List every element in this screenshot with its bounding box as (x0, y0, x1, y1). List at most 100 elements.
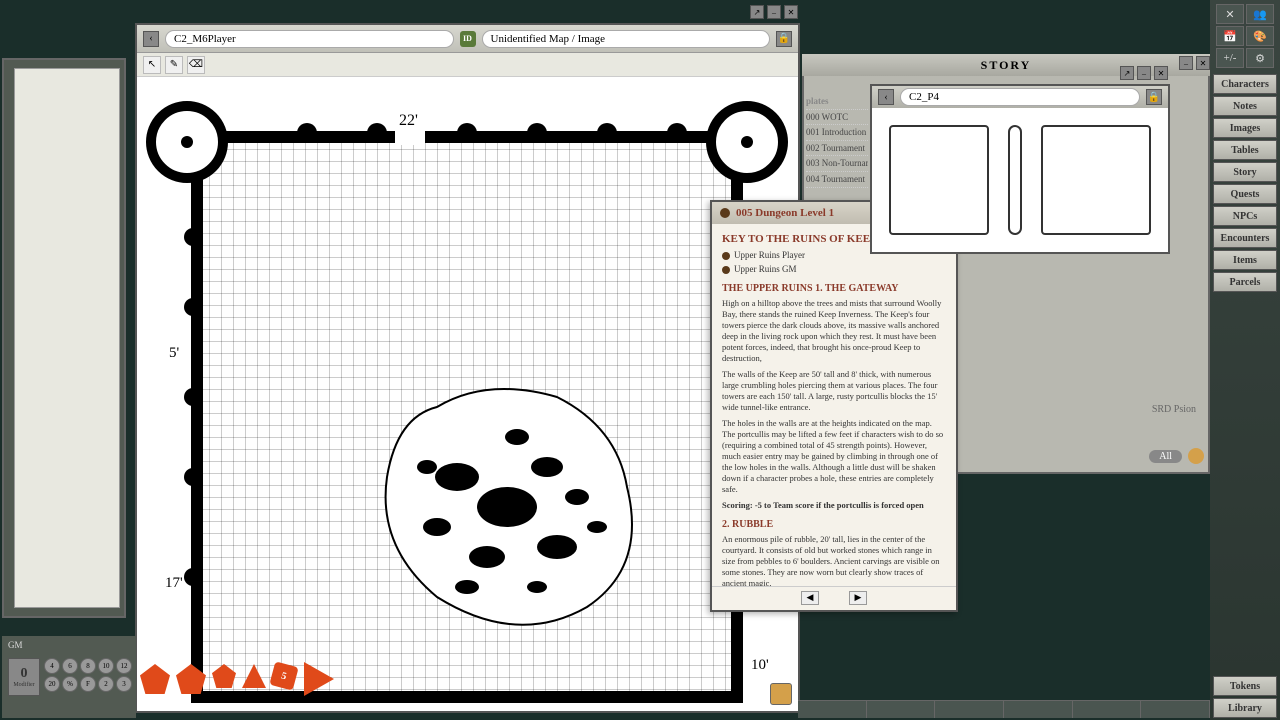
c2p4-back-icon[interactable]: ‹ (878, 89, 894, 105)
sidebar-notes[interactable]: Notes (1213, 96, 1277, 116)
map-titlebar[interactable]: ‹ C2_M6Player ID Unidentified Map / Imag… (137, 25, 798, 53)
map-share-icon[interactable] (770, 683, 792, 705)
d20-button[interactable]: 20 (44, 676, 60, 692)
die-d20[interactable] (140, 664, 170, 694)
d2-button[interactable]: 2 (98, 676, 114, 692)
map-name-field[interactable]: C2_M6Player (165, 30, 454, 48)
link-icon (722, 266, 730, 274)
gear-icon[interactable]: ⚙ (1246, 48, 1274, 68)
die-d4[interactable] (242, 664, 266, 688)
map-canvas[interactable]: 22' 5' 17' 10' (137, 77, 798, 711)
pin-icon[interactable] (720, 208, 730, 218)
filter-all[interactable]: All (1149, 450, 1182, 463)
timeline[interactable] (798, 700, 1210, 718)
sidebar-tables[interactable]: Tables (1213, 140, 1277, 160)
erase-tool-icon[interactable]: ⌫ (187, 56, 205, 74)
c2p4-close-icon[interactable]: ✕ (1154, 66, 1168, 80)
dim-right: 10' (751, 657, 769, 673)
draw-tool-icon[interactable]: ✎ (165, 56, 183, 74)
sidebar-encounters[interactable]: Encounters (1213, 228, 1277, 248)
d6-button[interactable]: 6 (62, 658, 78, 674)
article-window: 005 Dungeon Level 1 KEY TO THE RUINS OF … (710, 200, 958, 612)
map-window: ↗ – ✕ ‹ C2_M6Player ID Unidentified Map … (135, 23, 800, 713)
map-popout-icon[interactable]: ↗ (750, 5, 764, 19)
dice-selector: 4 6 8 10 12 20 % F 2 3 (44, 658, 132, 692)
c2p4-titlebar[interactable]: ‹ C2_P4 🔒 (872, 86, 1168, 108)
close-icon[interactable]: ✕ (1216, 4, 1244, 24)
die-d4b[interactable] (304, 662, 334, 696)
sidebar-tokens[interactable]: Tokens (1213, 676, 1277, 696)
d100-button[interactable]: % (62, 676, 78, 692)
article-nav: ◀ ▶ (712, 586, 956, 608)
c2p4-content[interactable] (872, 108, 1168, 252)
sidebar-story[interactable]: Story (1213, 162, 1277, 182)
df-button[interactable]: F (80, 676, 96, 692)
frame-image-2 (1041, 125, 1151, 235)
c2p4-popout-icon[interactable]: ↗ (1120, 66, 1134, 80)
prev-page-icon[interactable]: ◀ (801, 591, 819, 605)
gm-label: GM (8, 640, 23, 650)
c2p4-window: ↗ – ✕ ‹ C2_P4 🔒 (870, 84, 1170, 254)
story-chapter-list: plates 000 WOTC 001 Introduction 002 Tou… (806, 94, 868, 214)
article-subheading: 2. RUBBLE (722, 518, 946, 531)
sidebar-images[interactable]: Images (1213, 118, 1277, 138)
pointer-tool-icon[interactable]: ↖ (143, 56, 161, 74)
d8-button[interactable]: 8 (80, 658, 96, 674)
c2p4-name-field[interactable]: C2_P4 (900, 88, 1140, 106)
filter-toggle-icon[interactable] (1188, 448, 1204, 464)
dim-top: 22' (399, 112, 418, 129)
sidebar-parcels[interactable]: Parcels (1213, 272, 1277, 292)
link-icon (722, 252, 730, 260)
next-page-icon[interactable]: ▶ (849, 591, 867, 605)
users-icon[interactable]: 👥 (1246, 4, 1274, 24)
d4-button[interactable]: 4 (44, 658, 60, 674)
sidebar-characters[interactable]: Characters (1213, 74, 1277, 94)
sidebar-npcs[interactable]: NPCs (1213, 206, 1277, 226)
sidebar-library[interactable]: Library (1213, 698, 1277, 718)
article-subheading: THE UPPER RUINS 1. THE GATEWAY (722, 282, 946, 295)
dim-left1: 5' (169, 345, 180, 361)
d12-button[interactable]: 12 (116, 658, 132, 674)
left-panel-content (14, 68, 120, 608)
frame-divider (1008, 125, 1022, 235)
map-minimize-icon[interactable]: – (767, 5, 781, 19)
die-d8[interactable] (212, 664, 236, 688)
article-paragraph: The walls of the Keep are 50' tall and 8… (722, 369, 946, 413)
frame-image-1 (889, 125, 989, 235)
chapter-item[interactable]: 002 Tournament (806, 141, 868, 157)
sidebar-items[interactable]: Items (1213, 250, 1277, 270)
article-paragraph: An enormous pile of rubble, 20' tall, li… (722, 534, 946, 586)
chapter-item[interactable]: 000 WOTC (806, 110, 868, 126)
die-d12[interactable] (176, 664, 206, 694)
die-d6[interactable]: 5 (269, 661, 298, 690)
palette-icon[interactable]: 🎨 (1246, 26, 1274, 46)
c2p4-minimize-icon[interactable]: – (1137, 66, 1151, 80)
map-toolbar: ↖ ✎ ⌫ (137, 53, 798, 77)
article-scoring: Scoring: -5 to Team score if the portcul… (722, 500, 946, 511)
chapter-item[interactable]: 003 Non-Tournament (806, 156, 868, 172)
chapter-item[interactable]: 001 Introduction (806, 125, 868, 141)
article-body: KEY TO THE RUINS OF KEEP Upper Ruins Pla… (712, 224, 956, 586)
d3-button[interactable]: 3 (116, 676, 132, 692)
article-link[interactable]: Upper Ruins GM (722, 264, 946, 276)
map-lock-icon[interactable]: 🔒 (776, 31, 792, 47)
id-badge-icon: ID (460, 31, 476, 47)
dice-tray: 5 (140, 664, 336, 694)
story-close-icon[interactable]: ✕ (1196, 56, 1210, 70)
map-back-icon[interactable]: ‹ (143, 31, 159, 47)
map-close-icon[interactable]: ✕ (784, 5, 798, 19)
zoom-icon[interactable]: +/- (1216, 48, 1244, 68)
article-title: 005 Dungeon Level 1 (736, 207, 834, 219)
calendar-icon[interactable]: 📅 (1216, 26, 1244, 46)
map-subtitle-field[interactable]: Unidentified Map / Image (482, 30, 771, 48)
c2p4-lock-icon[interactable]: 🔒 (1146, 89, 1162, 105)
article-paragraph: High on a hilltop above the trees and mi… (722, 298, 946, 364)
dim-left2: 17' (165, 575, 183, 591)
story-minimize-icon[interactable]: – (1179, 56, 1193, 70)
templates-label: plates (806, 94, 868, 110)
sidebar-quests[interactable]: Quests (1213, 184, 1277, 204)
modifier-box[interactable]: 0 Modifier (8, 658, 40, 696)
chapter-item[interactable]: 004 Tournament (806, 172, 868, 188)
right-sidebar: ✕ 👥 📅 🎨 +/- ⚙ Characters Notes Images Ta… (1210, 0, 1280, 720)
d10-button[interactable]: 10 (98, 658, 114, 674)
